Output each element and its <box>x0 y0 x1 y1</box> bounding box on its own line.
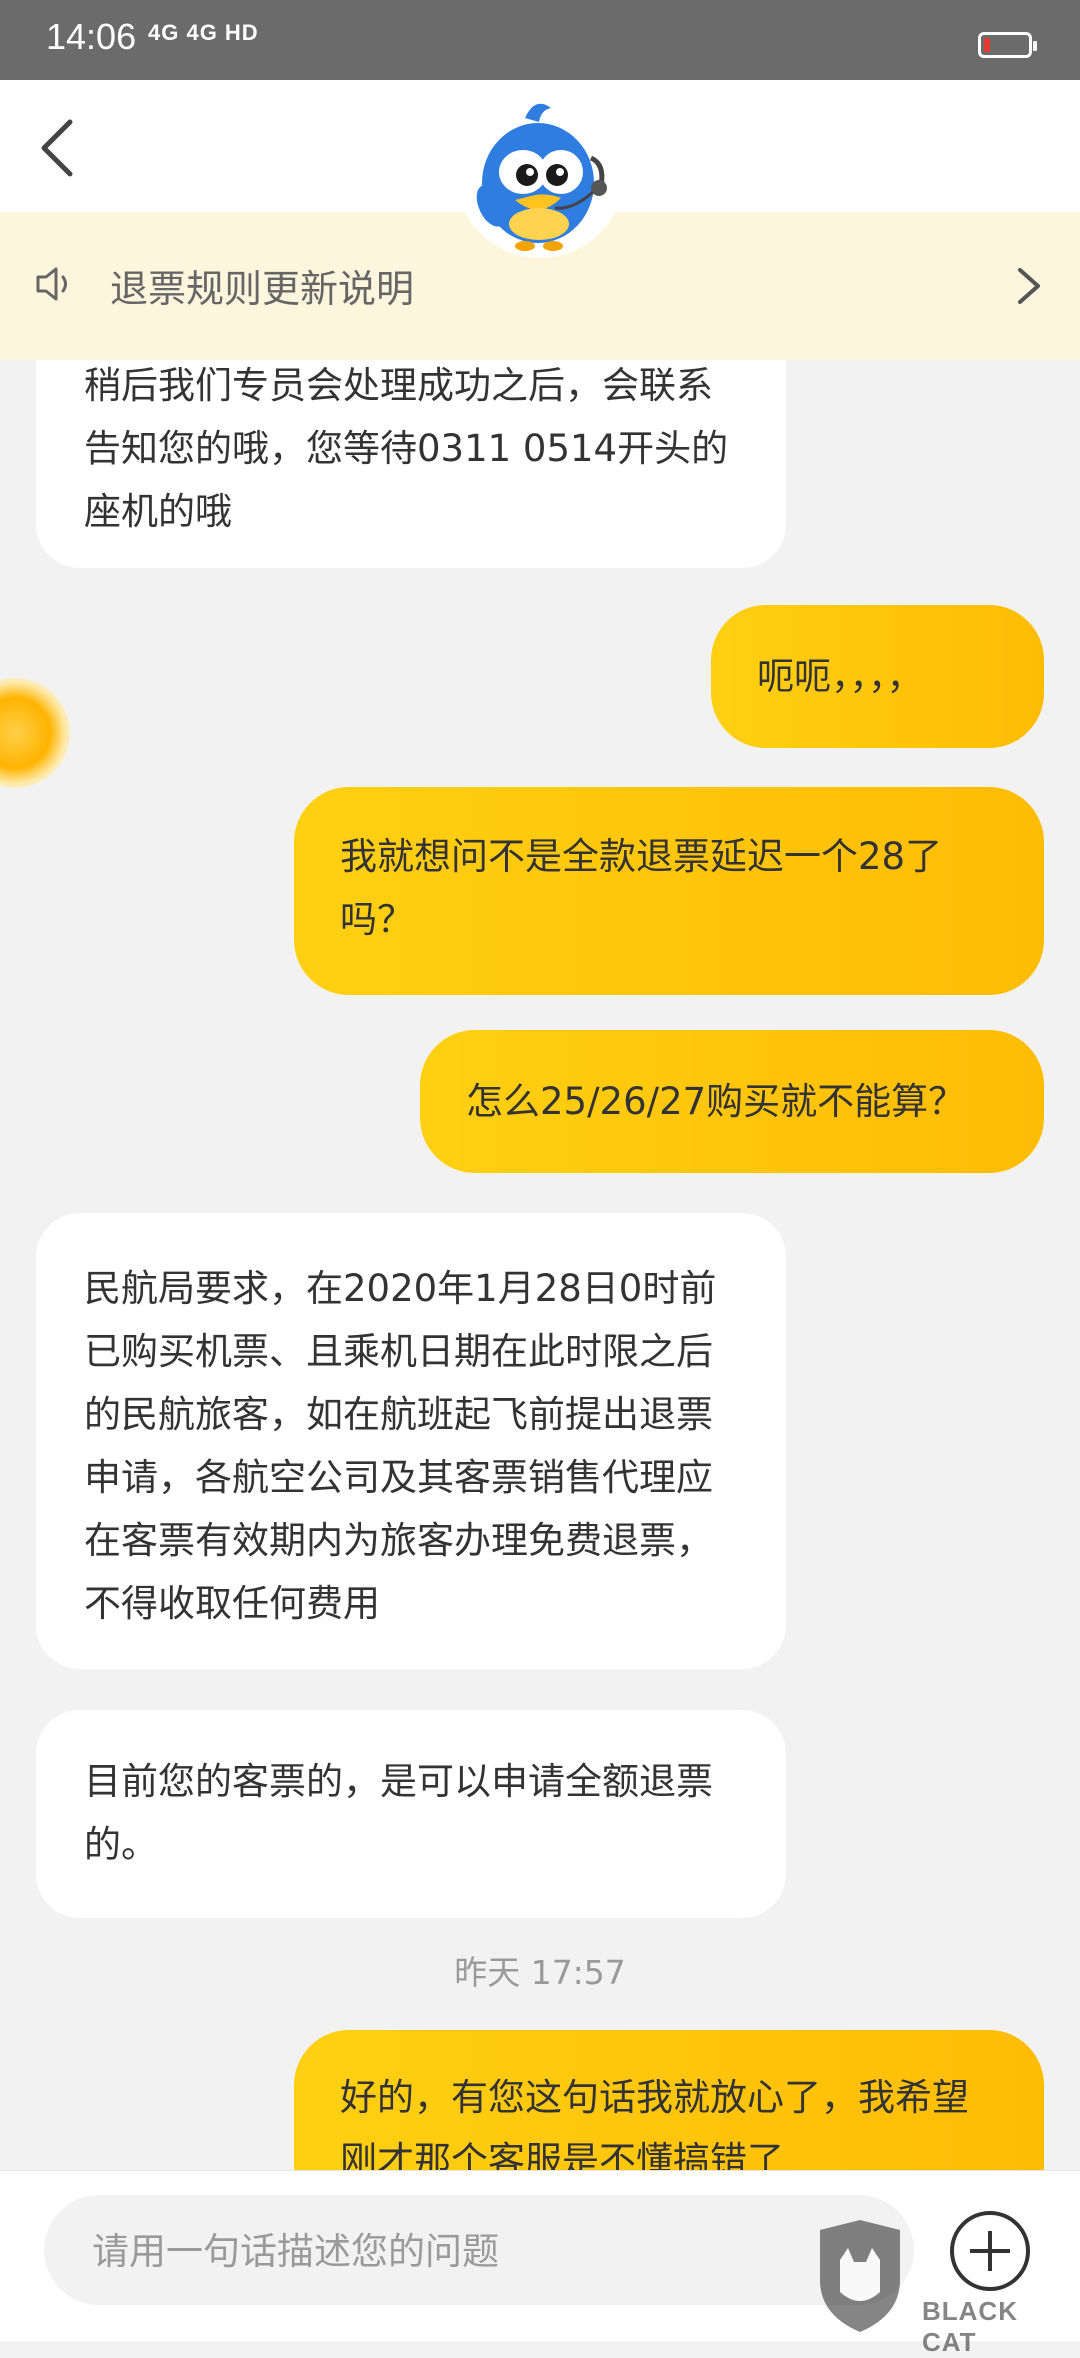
watermark-text: BLACK CAT <box>922 2296 1018 2357</box>
blackcat-watermark: BLACK CAT <box>810 2220 1070 2357</box>
user-message: 呃呃，，，， <box>711 605 1044 748</box>
agent-message: 稍后我们专员会处理成功之后，会联系告知您的哦，您等待0311 0514开头的座机… <box>36 360 786 568</box>
speaker-icon <box>36 267 67 301</box>
battery-icon <box>978 32 1037 58</box>
chevron-right-icon <box>1018 268 1040 304</box>
user-message: 我就想问不是全款退票延迟一个28了吗？ <box>294 787 1044 995</box>
notice-text: 退票规则更新说明 <box>110 267 415 311</box>
message-input[interactable] <box>90 2195 874 2307</box>
signal-indicators: 4G 4G HD <box>148 20 259 45</box>
agent-message: 民航局要求，在2020年1月28日0时前已购买机票、且乘机日期在此时限之后的民航… <box>36 1213 786 1669</box>
floating-sun-icon[interactable] <box>0 678 70 788</box>
agent-message: 目前您的客票的，是可以申请全额退票的。 <box>36 1710 786 1918</box>
chevron-left-icon <box>41 119 73 177</box>
user-message: 怎么25/26/27购买就不能算？ <box>420 1030 1044 1173</box>
bird-mascot-icon <box>476 103 607 251</box>
clock: 14:06 <box>46 16 137 57</box>
message-timestamp: 昨天 17:57 <box>454 1953 626 1992</box>
status-bar: 14:06 4G 4G HD <box>0 0 1080 80</box>
message-input-wrapper[interactable] <box>44 2195 914 2307</box>
back-button[interactable] <box>30 108 90 188</box>
cat-shield-logo-icon <box>820 2220 900 2332</box>
user-message: 好的，有您这句话我就放心了，我希望刚才那个客服是不懂搞错了 <box>294 2030 1044 2170</box>
chat-thread[interactable]: 稍后我们专员会处理成功之后，会联系告知您的哦，您等待0311 0514开头的座机… <box>0 360 1080 2170</box>
assistant-avatar <box>455 88 625 258</box>
